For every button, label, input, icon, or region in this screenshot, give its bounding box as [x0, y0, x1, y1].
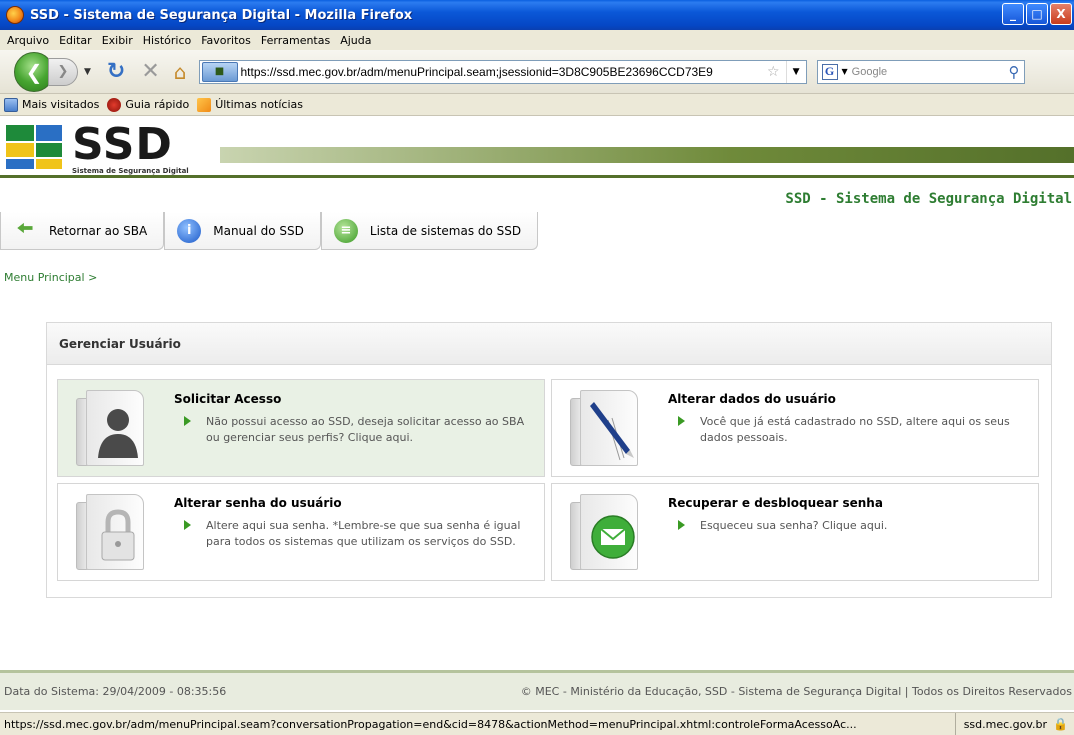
- tab-label: Retornar ao SBA: [49, 223, 148, 238]
- logo-text: SSD: [72, 119, 173, 170]
- tab-manual-ssd[interactable]: i Manual do SSD: [164, 212, 321, 250]
- tab-label: Lista de sistemas do SSD: [369, 223, 522, 238]
- maximize-button[interactable]: □: [1026, 3, 1048, 25]
- status-bar: https://ssd.mec.gov.br/adm/menuPrincipal…: [0, 712, 1074, 735]
- bullet-arrow-icon: [678, 520, 685, 530]
- menu-bar: Arquivo Editar Exibir Histórico Favorito…: [0, 30, 1074, 50]
- panel-title: Gerenciar Usuário: [47, 323, 1051, 365]
- home-icon[interactable]: ⌂: [174, 60, 187, 84]
- address-bar[interactable]: ■ https://ssd.mec.gov.br/adm/menuPrincip…: [198, 59, 807, 84]
- system-date: Data do Sistema: 29/04/2009 - 08:35:56: [4, 685, 227, 698]
- bookmark-mais-visitados[interactable]: Mais visitados: [4, 97, 100, 112]
- card-title: Alterar dados do usuário: [668, 392, 836, 406]
- menu-favoritos[interactable]: Favoritos: [198, 34, 258, 47]
- card-alterar-senha[interactable]: Alterar senha do usuário Altere aqui sua…: [57, 483, 545, 581]
- search-engine-dropdown-icon[interactable]: ▼: [842, 67, 848, 76]
- minimize-button[interactable]: _: [1002, 3, 1024, 25]
- folder-icon: [4, 97, 18, 112]
- bookmark-guia-rapido[interactable]: Guia rápido: [107, 97, 190, 112]
- card-alterar-dados[interactable]: Alterar dados do usuário Você que já est…: [551, 379, 1039, 477]
- header-divider: [0, 175, 1074, 178]
- close-icon: X: [1056, 7, 1066, 21]
- card-recuperar-senha[interactable]: Recuperar e desbloquear senha Esqueceu s…: [551, 483, 1039, 581]
- pen-document-icon: [564, 390, 640, 468]
- maximize-icon: □: [1031, 7, 1043, 21]
- search-input[interactable]: Google: [852, 66, 1009, 78]
- bookmark-star-icon[interactable]: ☆: [767, 64, 780, 80]
- close-button[interactable]: X: [1050, 3, 1072, 25]
- site-identity-icon[interactable]: ■: [201, 61, 238, 82]
- stop-icon[interactable]: ✕: [141, 59, 159, 84]
- url-text[interactable]: https://ssd.mec.gov.br/adm/menuPrincipal…: [241, 65, 762, 79]
- tab-lista-sistemas[interactable]: ≡ Lista de sistemas do SSD: [320, 212, 539, 250]
- card-description: Esqueceu sua senha? Clique aqui.: [700, 519, 888, 532]
- header-band: [220, 147, 1074, 163]
- card-title: Alterar senha do usuário: [174, 496, 342, 510]
- card-solicitar-acesso[interactable]: Solicitar Acesso Não possui acesso ao SS…: [57, 379, 545, 477]
- history-dropdown-icon[interactable]: ▼: [84, 67, 91, 77]
- status-host[interactable]: ssd.mec.gov.br 🔒: [954, 713, 1074, 735]
- bookmarks-toolbar: Mais visitados Guia rápido Últimas notíc…: [0, 94, 1074, 116]
- window-title: SSD - Sistema de Segurança Digital - Moz…: [30, 7, 413, 23]
- system-title: SSD - Sistema de Segurança Digital: [785, 191, 1072, 207]
- list-icon: ≡: [333, 218, 358, 243]
- user-silhouette-icon: [70, 390, 146, 468]
- card-title: Recuperar e desbloquear senha: [668, 496, 883, 510]
- url-dropdown-icon[interactable]: ▼: [785, 60, 806, 83]
- card-description: Você que já está cadastrado no SSD, alte…: [700, 415, 1010, 444]
- status-host-label: ssd.mec.gov.br: [963, 717, 1048, 731]
- page-footer: Data do Sistema: 29/04/2009 - 08:35:56 ©…: [0, 670, 1074, 710]
- search-box[interactable]: G ▼ Google ⚲: [816, 59, 1025, 84]
- forward-arrow-icon: ❯: [57, 64, 69, 79]
- bullet-arrow-icon: [184, 416, 191, 426]
- reload-icon[interactable]: ↻: [107, 59, 125, 84]
- page-header: SSD Sistema de Segurança Digital SSD - S…: [0, 117, 1074, 209]
- card-description: Altere aqui sua senha. *Lembre-se que su…: [206, 519, 521, 548]
- bookmark-ultimas-noticias[interactable]: Últimas notícias: [197, 97, 303, 112]
- firefox-logo-icon: [6, 6, 24, 24]
- menu-ajuda[interactable]: Ajuda: [337, 34, 378, 47]
- copyright-text: © MEC - Ministério da Educação, SSD - Si…: [520, 685, 1072, 698]
- search-icon[interactable]: ⚲: [1009, 63, 1020, 81]
- card-description: Não possui acesso ao SSD, deseja solicit…: [206, 415, 525, 444]
- bullet-arrow-icon: [678, 416, 685, 426]
- arrow-left-icon: 🠨: [16, 215, 34, 240]
- back-arrow-icon: ❮: [25, 59, 43, 84]
- menu-editar[interactable]: Editar: [56, 34, 99, 47]
- lock-icon[interactable]: 🔒: [1053, 717, 1068, 731]
- gerenciar-usuario-panel: Gerenciar Usuário Solicitar Acesso Não p…: [46, 322, 1052, 598]
- menu-ferramentas[interactable]: Ferramentas: [258, 34, 337, 47]
- status-url: https://ssd.mec.gov.br/adm/menuPrincipal…: [4, 717, 857, 731]
- rss-icon: [197, 97, 212, 112]
- window-controls: _ □ X: [1002, 3, 1072, 25]
- google-engine-icon[interactable]: G: [821, 63, 838, 80]
- minimize-icon: _: [1010, 7, 1016, 21]
- navigation-toolbar: ❮ ❯ ▼ ↻ ✕ ⌂ ■ https://ssd.mec.gov.br/adm…: [0, 50, 1074, 94]
- card-title: Solicitar Acesso: [174, 392, 282, 406]
- window-titlebar[interactable]: SSD - Sistema de Segurança Digital - Moz…: [0, 0, 1074, 30]
- forward-button[interactable]: ❯: [48, 57, 78, 86]
- tab-label: Manual do SSD: [213, 223, 304, 238]
- menu-historico[interactable]: Histórico: [140, 34, 198, 47]
- bookmark-label: Guia rápido: [125, 98, 190, 111]
- firefox-guide-icon: [107, 97, 122, 112]
- tab-retornar-sba[interactable]: 🠨 Retornar ao SBA: [0, 212, 165, 250]
- envelope-icon: [564, 494, 640, 572]
- ssd-logo-mark-icon: [6, 125, 66, 169]
- logo-subtitle: Sistema de Segurança Digital: [72, 167, 189, 175]
- ssd-logo: SSD Sistema de Segurança Digital: [6, 119, 210, 175]
- bullet-arrow-icon: [184, 520, 191, 530]
- info-icon: i: [177, 218, 202, 243]
- breadcrumb[interactable]: Menu Principal >: [4, 271, 97, 284]
- menu-exibir[interactable]: Exibir: [99, 34, 140, 47]
- padlock-icon: [70, 494, 146, 572]
- bookmark-label: Mais visitados: [22, 98, 100, 111]
- top-tabs: 🠨 Retornar ao SBA i Manual do SSD ≡ List…: [0, 212, 539, 250]
- menu-arquivo[interactable]: Arquivo: [4, 34, 56, 47]
- bookmark-label: Últimas notícias: [215, 98, 303, 111]
